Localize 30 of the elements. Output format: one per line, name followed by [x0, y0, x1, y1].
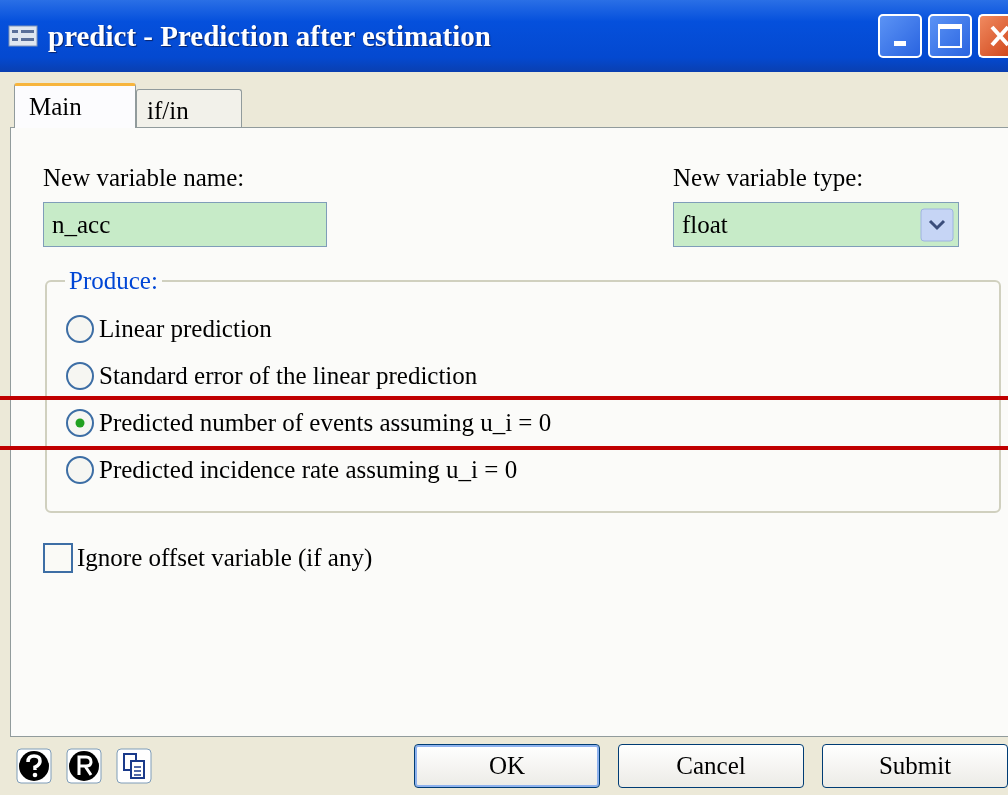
checkbox[interactable] [43, 543, 73, 573]
reset-icon[interactable] [66, 748, 102, 784]
dialog-button[interactable]: Cancel [618, 744, 804, 788]
tab[interactable]: if/in [136, 89, 242, 127]
close-button[interactable] [978, 14, 1008, 58]
radio-label: Linear prediction [99, 314, 272, 343]
variable-type-dropdown[interactable]: float [673, 202, 959, 247]
help-icon[interactable] [16, 748, 52, 784]
dialog-icon [8, 25, 38, 47]
radio-label: Predicted number of events assuming u_i = 0 [99, 408, 552, 437]
radio-label: Predicted incidence rate assuming u_i = 0 [99, 455, 518, 484]
dialog-button[interactable]: Submit [822, 744, 1008, 788]
radio-button[interactable] [65, 313, 95, 344]
minimize-button[interactable] [878, 14, 922, 58]
minimize-icon [894, 40, 906, 46]
radio-label: Standard error of the linear prediction [99, 361, 478, 390]
radio-button[interactable] [65, 360, 95, 391]
field-label: New variable name: [43, 164, 246, 192]
maximize-button[interactable] [928, 14, 972, 58]
radio-button[interactable] [65, 407, 95, 438]
tab[interactable]: Main [14, 83, 136, 128]
group-legend: Produce: [65, 267, 162, 295]
checkbox-label: Ignore offset variable (if any) [77, 544, 373, 572]
radio-button[interactable] [65, 454, 95, 485]
window-title: predict - Prediction after estimation [48, 19, 491, 53]
field-label: New variable type: [673, 164, 865, 192]
dialog-button[interactable]: OK [414, 744, 600, 788]
maximize-icon [936, 22, 964, 50]
copy-icon[interactable] [116, 748, 152, 784]
variable-name-field[interactable]: n_acc [43, 202, 327, 247]
